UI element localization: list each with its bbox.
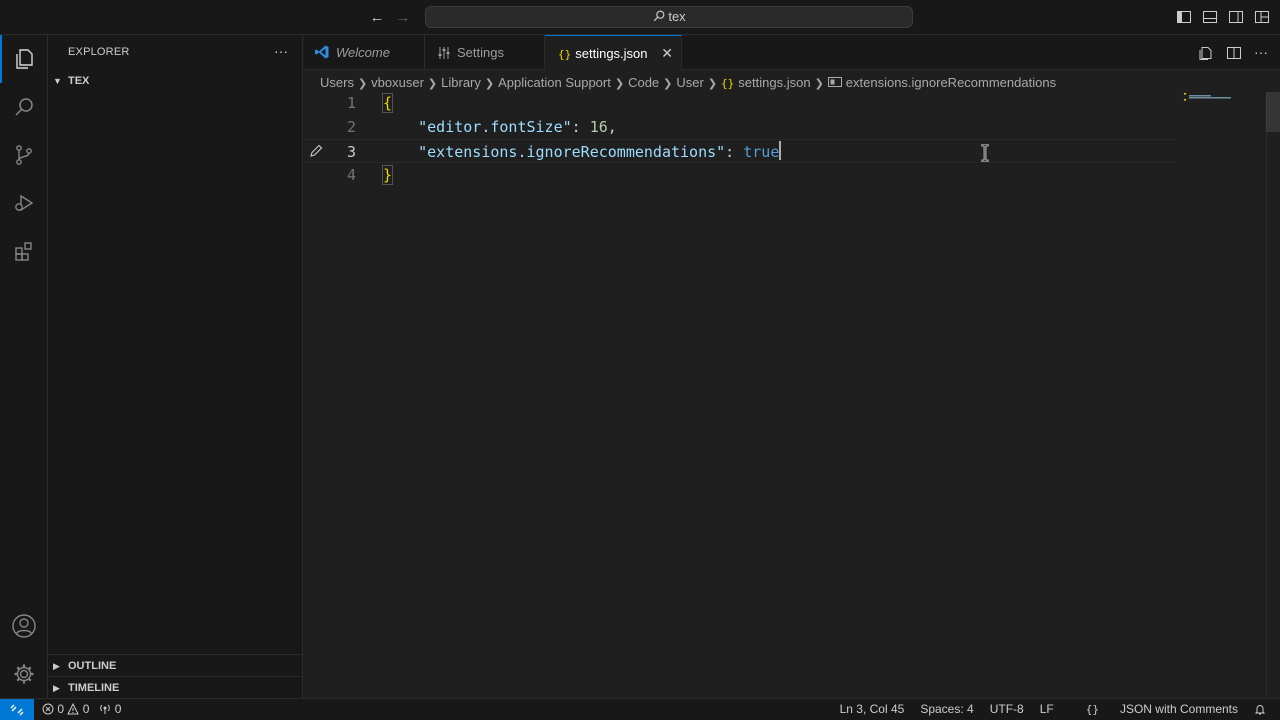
remote-indicator-icon[interactable] — [0, 699, 34, 720]
timeline-section[interactable]: ▶ TIMELINE — [48, 677, 303, 699]
warning-count: 0 — [82, 702, 90, 716]
end-of-line[interactable]: LF — [1040, 699, 1054, 720]
outline-section[interactable]: ▶ OUTLINE — [48, 655, 303, 677]
folder-section-tex[interactable]: ▼ TEX — [48, 70, 303, 92]
ports-count: 0 — [114, 702, 122, 716]
breadcrumb-item[interactable]: Library — [441, 75, 481, 90]
toggle-primary-sidebar-icon[interactable] — [1176, 9, 1192, 25]
broadcast-icon — [100, 704, 111, 714]
explorer-icon[interactable] — [0, 35, 48, 83]
back-arrow-icon[interactable]: ← — [368, 9, 386, 27]
tab-label: Settings — [457, 45, 504, 60]
line-number: 1 — [346, 94, 356, 112]
tab-label: Welcome — [336, 45, 390, 60]
run-debug-icon[interactable] — [0, 179, 48, 227]
extensions-icon[interactable] — [0, 227, 48, 275]
tab-bar: Welcome Settings {} settings.json ✕ ··· — [304, 35, 1280, 71]
split-editor-icon[interactable] — [1226, 45, 1242, 61]
json-colon: : — [725, 143, 744, 161]
error-count: 0 — [57, 702, 65, 716]
breadcrumb-item[interactable]: Code — [628, 75, 659, 90]
close-icon[interactable]: ✕ — [661, 36, 673, 71]
activity-bar — [0, 35, 48, 698]
chevron-down-icon: ▼ — [53, 76, 62, 86]
code-line-current: 3 "extensions.ignoreRecommendations": tr… — [304, 139, 1176, 163]
json-key: "editor.fontSize" — [418, 118, 572, 136]
chevron-right-icon: ▶ — [53, 661, 60, 671]
open-settings-ui-icon[interactable] — [1198, 45, 1214, 61]
json-braces-icon: {} — [1085, 703, 1099, 716]
open-brace: { — [382, 93, 394, 113]
timeline-label: TIMELINE — [68, 682, 120, 694]
json-value: 16 — [589, 118, 608, 136]
search-icon — [654, 10, 665, 22]
folder-name: TEX — [68, 75, 90, 87]
toggle-panel-icon[interactable] — [1202, 9, 1218, 25]
scrollbar-thumb[interactable] — [1266, 92, 1280, 132]
forward-arrow-icon[interactable]: → — [394, 9, 412, 27]
minimap[interactable] — [1184, 92, 1254, 102]
line-number: 4 — [346, 166, 356, 184]
sidebar-title: EXPLORER — [68, 46, 130, 58]
code-line: 4 } — [304, 163, 1176, 187]
editor-area: Welcome Settings {} settings.json ✕ ··· U… — [304, 35, 1280, 698]
tab-settings[interactable]: Settings — [425, 35, 545, 70]
tab-welcome[interactable]: Welcome — [304, 35, 425, 70]
json-comma: , — [607, 118, 617, 136]
settings-sliders-icon — [438, 47, 450, 59]
tab-label: settings.json — [575, 46, 648, 61]
pencil-edit-icon[interactable] — [309, 144, 323, 158]
outline-label: OUTLINE — [68, 660, 117, 672]
breadcrumb-item[interactable]: Users — [320, 75, 354, 90]
explorer-sidebar: EXPLORER ··· ▼ TEX ▶ OUTLINE ▶ TIMELINE — [48, 35, 303, 698]
code-line: 1 { — [304, 91, 1176, 115]
language-label: JSON with Comments — [1119, 702, 1238, 716]
manage-gear-icon[interactable] — [0, 650, 48, 698]
json-key: "extensions.ignoreRecommendations" — [418, 143, 726, 161]
warning-icon — [67, 702, 80, 715]
customize-layout-icon[interactable] — [1254, 9, 1270, 25]
more-actions-icon[interactable]: ··· — [1254, 45, 1268, 61]
command-center-text: tex — [668, 9, 686, 24]
text-cursor — [779, 141, 782, 160]
close-brace: } — [382, 165, 394, 185]
text-beam-cursor-icon — [981, 144, 989, 162]
error-icon — [42, 703, 54, 715]
vertical-scrollbar[interactable] — [1266, 92, 1280, 698]
search-icon[interactable] — [0, 83, 48, 131]
breadcrumb-symbol[interactable]: extensions.ignoreRecommendations — [846, 75, 1056, 90]
more-actions-icon[interactable]: ··· — [274, 43, 288, 59]
command-center-search[interactable]: tex — [425, 6, 913, 28]
code-line: 2 "editor.fontSize": 16, — [304, 115, 1176, 139]
title-bar: ← → tex — [0, 0, 1280, 35]
notifications-bell-icon[interactable] — [1254, 699, 1266, 720]
encoding[interactable]: UTF-8 — [990, 699, 1024, 720]
chevron-right-icon: ▶ — [53, 683, 60, 693]
json-braces-icon: {} — [721, 77, 735, 90]
vscode-logo-icon — [315, 45, 329, 59]
cursor-position[interactable]: Ln 3, Col 45 — [840, 699, 905, 720]
accounts-icon[interactable] — [0, 602, 48, 650]
breadcrumb-item[interactable]: Application Support — [498, 75, 611, 90]
json-value: true — [743, 143, 780, 161]
problems-status[interactable]: 0 0 — [42, 699, 89, 720]
indentation[interactable]: Spaces: 4 — [920, 699, 973, 720]
breadcrumb-file[interactable]: settings.json — [738, 75, 810, 90]
breadcrumb-item[interactable]: vboxuser — [371, 75, 424, 90]
tab-settings-json[interactable]: {} settings.json ✕ — [545, 35, 682, 71]
toggle-secondary-sidebar-icon[interactable] — [1228, 9, 1244, 25]
line-number: 3 — [346, 143, 356, 161]
json-braces-icon: {} — [558, 48, 572, 61]
json-colon: : — [571, 118, 590, 136]
symbol-field-icon — [827, 77, 842, 87]
ports-status[interactable]: 0 — [99, 699, 121, 720]
source-control-icon[interactable] — [0, 131, 48, 179]
language-mode[interactable]: {} JSON with Comments — [1070, 699, 1238, 720]
status-bar: 0 0 0 Ln 3, Col 45 Spaces: 4 UTF-8 LF {}… — [0, 698, 1280, 720]
breadcrumb-item[interactable]: User — [676, 75, 703, 90]
line-number: 2 — [346, 118, 356, 136]
